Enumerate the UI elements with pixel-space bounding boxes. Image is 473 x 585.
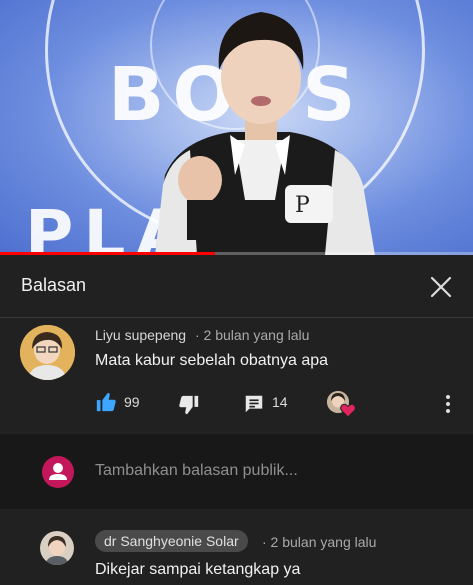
- thumbs-down-icon[interactable]: [178, 394, 200, 416]
- reply-count: 14: [272, 394, 288, 410]
- reply-input[interactable]: Tambahkan balasan publik...: [95, 462, 298, 480]
- reply-avatar-image-icon: [40, 531, 74, 565]
- svg-text:P: P: [295, 193, 310, 218]
- more-vert-icon[interactable]: [444, 394, 452, 414]
- heart-icon: [340, 403, 356, 418]
- channel-owner-badge[interactable]: dr Sanghyeonie Solar: [95, 530, 248, 552]
- comment-text: Mata kabur sebelah obatnya apa: [95, 352, 329, 369]
- thumbs-up-icon[interactable]: [95, 391, 117, 413]
- panel-title: Balasan: [21, 275, 87, 295]
- video-person: P: [155, 12, 375, 255]
- reply-avatar[interactable]: [40, 531, 74, 565]
- avatar[interactable]: [20, 325, 75, 380]
- reply-time: · 2 bulan yang lalu: [262, 534, 377, 550]
- comment-author[interactable]: Liyu supepeng: [95, 327, 186, 343]
- comment-icon[interactable]: [243, 393, 265, 415]
- video-player[interactable]: BOYS PLANET P: [0, 0, 473, 255]
- like-count: 99: [124, 394, 140, 410]
- reply-text: Dikejar sampai ketangkap ya: [95, 561, 301, 578]
- comment-time: · 2 bulan yang lalu: [195, 327, 310, 343]
- avatar-image-icon: [20, 325, 75, 380]
- user-avatar-icon: [42, 456, 74, 488]
- close-icon[interactable]: [428, 274, 454, 300]
